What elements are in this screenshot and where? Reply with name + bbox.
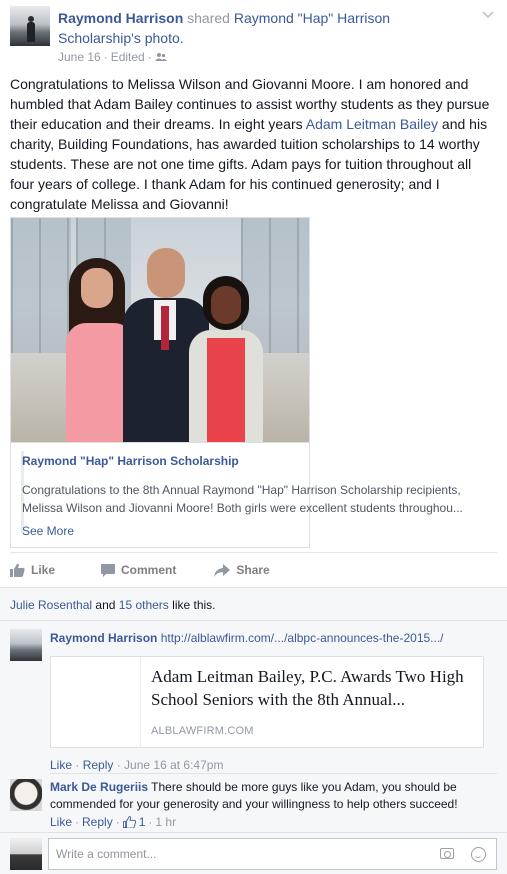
comment-like-count[interactable]: 1 bbox=[139, 815, 146, 829]
thumbs-up-icon[interactable] bbox=[122, 816, 136, 828]
share-icon bbox=[214, 563, 231, 577]
link-preview-card[interactable]: Adam Leitman Bailey, P.C. Awards Two Hig… bbox=[50, 656, 484, 748]
divider bbox=[50, 773, 497, 774]
comment-reply-link[interactable]: Reply bbox=[82, 815, 113, 829]
camera-icon[interactable] bbox=[440, 848, 454, 859]
comment-label: Comment bbox=[121, 563, 177, 577]
comment-text: Mark De Rugeriis There should be more gu… bbox=[50, 779, 490, 813]
link-preview-title[interactable]: Adam Leitman Bailey, P.C. Awards Two Hig… bbox=[151, 665, 473, 711]
comment-meta: Like · Reply · 1 · 1 hr bbox=[50, 815, 177, 829]
edited-label[interactable]: Edited bbox=[111, 50, 145, 64]
divider bbox=[0, 620, 507, 621]
see-more-link[interactable]: See More bbox=[22, 524, 74, 538]
write-comment-box[interactable] bbox=[48, 838, 497, 870]
post-date[interactable]: June 16 bbox=[58, 50, 101, 64]
meta-separator: · bbox=[103, 50, 108, 64]
comment-timestamp[interactable]: 1 hr bbox=[155, 815, 176, 829]
friends-icon[interactable] bbox=[154, 52, 167, 62]
current-user-avatar bbox=[10, 838, 42, 870]
thumbs-up-icon bbox=[10, 563, 25, 577]
like-button[interactable]: Like bbox=[10, 563, 55, 577]
emoji-icon[interactable] bbox=[471, 847, 486, 862]
comment-meta: Like · Reply · June 16 at 6:47pm bbox=[50, 758, 224, 772]
divider bbox=[0, 832, 507, 833]
likes-others-link[interactable]: 15 others bbox=[119, 598, 169, 612]
share-label: Share bbox=[236, 563, 270, 577]
comment-text: Raymond Harrison http://alblawfirm.com/.… bbox=[50, 630, 490, 646]
comment-icon bbox=[101, 563, 116, 577]
link-preview-thumbnail[interactable] bbox=[51, 657, 141, 747]
likes-and: and bbox=[92, 598, 119, 612]
commenter-avatar[interactable] bbox=[10, 779, 42, 811]
post-body: Congratulations to Melissa Wilson and Gi… bbox=[10, 74, 497, 214]
chevron-down-icon[interactable] bbox=[481, 10, 495, 24]
comment-link[interactable]: http://alblawfirm.com/.../albpc-announce… bbox=[161, 631, 444, 645]
comment-like-link[interactable]: Like bbox=[50, 815, 72, 829]
link-preview-domain: ALBLAWFIRM.COM bbox=[151, 725, 254, 737]
shared-photo-link[interactable]: 's photo. bbox=[131, 30, 184, 46]
commenter-avatar[interactable] bbox=[10, 629, 42, 661]
post-card: Raymond Harrison shared Raymond "Hap" Ha… bbox=[0, 0, 507, 874]
shared-photo[interactable] bbox=[10, 217, 310, 443]
comment-button[interactable]: Comment bbox=[101, 563, 176, 577]
comment-like-link[interactable]: Like bbox=[50, 758, 72, 772]
liker-name[interactable]: Julie Rosenthal bbox=[10, 598, 92, 612]
write-comment-input[interactable] bbox=[56, 847, 426, 861]
post-header-text: Raymond Harrison shared Raymond "Hap" Ha… bbox=[58, 8, 468, 48]
meta-separator: · bbox=[147, 50, 152, 64]
mention-link[interactable]: Adam Leitman Bailey bbox=[306, 116, 438, 132]
like-label: Like bbox=[31, 563, 56, 577]
comment-timestamp[interactable]: June 16 at 6:47pm bbox=[124, 758, 223, 772]
divider bbox=[10, 552, 497, 553]
post-meta: June 16 · Edited · bbox=[58, 50, 167, 64]
comment-reply-link[interactable]: Reply bbox=[83, 758, 114, 772]
author-name[interactable]: Raymond Harrison bbox=[58, 10, 183, 26]
likes-suffix: like this. bbox=[168, 598, 216, 612]
commenter-name[interactable]: Mark De Rugeriis bbox=[50, 780, 148, 794]
post-header: Raymond Harrison shared Raymond "Hap" Ha… bbox=[10, 6, 497, 64]
shared-post-title[interactable]: Raymond "Hap" Harrison Scholarship bbox=[22, 454, 239, 468]
commenter-name[interactable]: Raymond Harrison bbox=[50, 631, 157, 645]
action-bar: Like Comment Share bbox=[10, 560, 497, 580]
likes-summary: Julie Rosenthal and 15 others like this. bbox=[10, 598, 216, 612]
author-avatar[interactable] bbox=[10, 6, 50, 46]
action-text: shared bbox=[187, 10, 230, 26]
share-button[interactable]: Share bbox=[214, 563, 270, 577]
shared-post-description: Congratulations to the 8th Annual Raymon… bbox=[22, 483, 463, 515]
